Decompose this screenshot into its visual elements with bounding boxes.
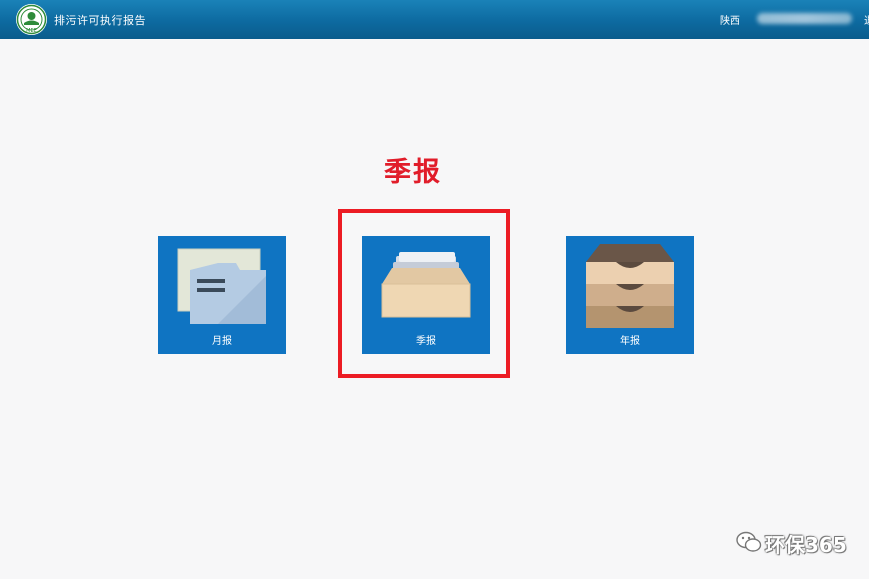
watermark: 环保365 xyxy=(735,529,855,557)
monthly-report-card[interactable]: 月报 xyxy=(158,236,286,354)
card-label: 月报 xyxy=(212,336,232,347)
user-region[interactable]: 陕西 xyxy=(720,12,740,27)
annotation-label: 季报 xyxy=(384,157,442,188)
app-header: MEE 排污许可执行报告 陕西 退 xyxy=(0,0,869,39)
mee-logo-icon: MEE xyxy=(16,4,47,35)
watermark-text: 环保365 xyxy=(765,533,847,557)
wechat-icon xyxy=(736,531,762,552)
card-label: 季报 xyxy=(416,336,436,347)
user-name-redacted xyxy=(757,13,852,24)
annual-report-card[interactable]: 年报 xyxy=(566,236,694,354)
svg-text:MEE: MEE xyxy=(26,28,37,34)
quarterly-report-card[interactable]: 季报 xyxy=(362,236,490,354)
card-label: 年报 xyxy=(620,336,640,347)
logout-link[interactable]: 退 xyxy=(864,12,869,27)
app-title: 排污许可执行报告 xyxy=(54,14,146,27)
